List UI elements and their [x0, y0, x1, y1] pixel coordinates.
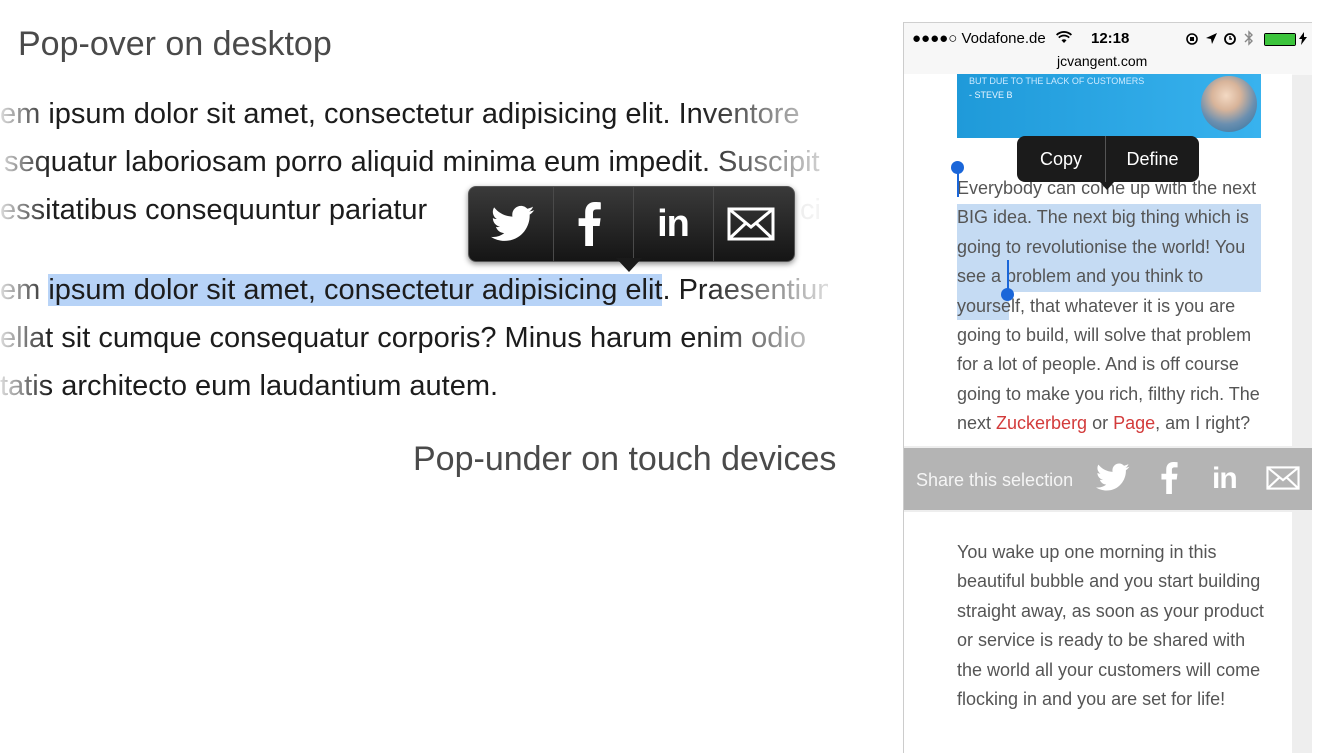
article-card: BUT DUE TO THE LACK OF CUSTOMERS - STEVE…: [904, 74, 1292, 446]
facebook-icon: [1161, 462, 1178, 494]
desktop-share-popover: in: [468, 186, 795, 262]
email-icon: [1266, 466, 1300, 490]
banner-quote-text: BUT DUE TO THE LACK OF CUSTOMERS: [969, 76, 1145, 86]
email-icon: [727, 207, 775, 241]
linkedin-icon: in: [1212, 462, 1238, 495]
link-zuckerberg[interactable]: Zuckerberg: [996, 413, 1087, 433]
article-paragraph: You wake up one morning in this beautifu…: [957, 542, 1264, 710]
desktop-text-line: sequatur laboriosam porro aliquid minima…: [0, 140, 828, 184]
linkedin-share-button[interactable]: in: [633, 187, 713, 261]
callout-arrow: [1100, 182, 1114, 190]
linkedin-share-button[interactable]: in: [1212, 462, 1238, 496]
article-card: You wake up one morning in this beautifu…: [904, 512, 1292, 753]
desktop-text-line-selected: em ipsum dolor sit amet, consectetur adi…: [0, 268, 828, 312]
location-icon: [1206, 33, 1217, 44]
twitter-icon: [1096, 463, 1130, 491]
selection-start-handle-knob[interactable]: [951, 161, 964, 174]
copy-button[interactable]: Copy: [1017, 136, 1105, 182]
desktop-text-selection[interactable]: ipsum dolor sit amet, consectetur adipis…: [48, 274, 663, 306]
article-paragraph[interactable]: Everybody can come up with the next BIG …: [957, 174, 1267, 439]
share-selection-bar: Share this selection in: [904, 448, 1312, 510]
url-bar[interactable]: jcvangent.com: [1057, 53, 1147, 69]
status-bar: ●●●●○ Vodafone.de 12:18 jcvangent.com: [904, 22, 1312, 75]
selection-end-handle-knob[interactable]: [1001, 288, 1014, 301]
desktop-text-line: tatis architecto eum laudantium autem.: [0, 364, 828, 408]
rotation-lock-icon: [1186, 33, 1198, 45]
carrier-label: ●●●●○ Vodafone.de: [912, 30, 1046, 47]
desktop-text-line: ellat sit cumque consequatur corporis? M…: [0, 316, 828, 360]
bluetooth-icon: [1244, 30, 1253, 46]
twitter-share-button[interactable]: [473, 187, 553, 261]
wifi-icon: [1056, 31, 1072, 43]
twitter-icon: [491, 205, 535, 241]
link-page[interactable]: Page: [1113, 413, 1155, 433]
charging-icon: [1299, 32, 1307, 45]
popunder-caption: Pop-under on touch devices: [413, 440, 837, 478]
alarm-icon: [1224, 33, 1236, 45]
clock: 12:18: [1091, 30, 1130, 47]
email-share-button[interactable]: [1266, 466, 1300, 495]
share-label: Share this selection: [916, 470, 1074, 490]
banner-author: - STEVE B: [969, 90, 1013, 100]
desktop-text-line: em ipsum dolor sit amet, consectetur adi…: [0, 92, 828, 136]
copy-define-callout: Copy Define: [1017, 136, 1199, 182]
desktop-section-title: Pop-over on desktop: [18, 25, 332, 63]
selection-end-handle[interactable]: [1007, 260, 1009, 290]
email-share-button[interactable]: [711, 187, 791, 261]
facebook-share-button[interactable]: [1160, 462, 1178, 499]
facebook-icon: [578, 202, 601, 246]
define-button[interactable]: Define: [1106, 136, 1199, 182]
avatar: [1201, 76, 1257, 132]
linkedin-icon: in: [657, 203, 690, 245]
popover-arrow: [616, 258, 642, 272]
battery-icon: [1264, 33, 1296, 46]
facebook-share-button[interactable]: [549, 187, 629, 261]
quote-banner: BUT DUE TO THE LACK OF CUSTOMERS - STEVE…: [957, 74, 1261, 138]
phone-screen: ●●●●○ Vodafone.de 12:18 jcvangent.com BU…: [903, 22, 1312, 753]
twitter-share-button[interactable]: [1096, 463, 1130, 497]
